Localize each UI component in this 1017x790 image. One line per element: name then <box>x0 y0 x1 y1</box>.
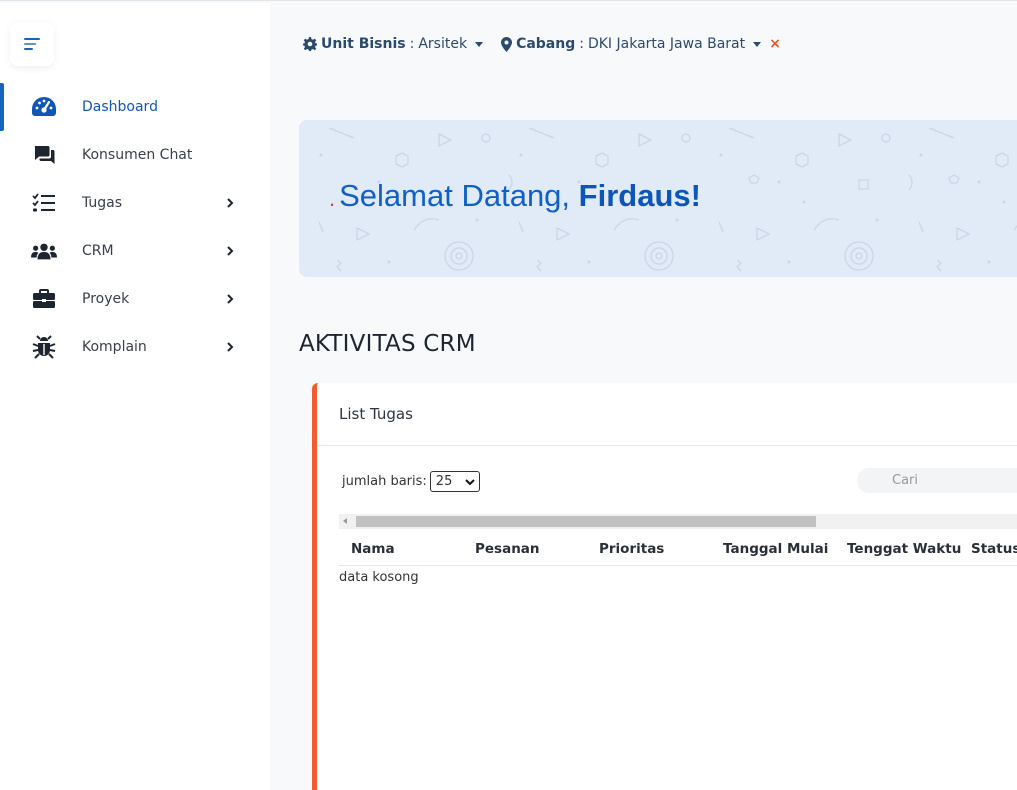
chevron-down-icon <box>465 478 475 485</box>
header-filters: Unit Bisnis : Arsitek Cabang : DKI Jakar… <box>303 34 781 54</box>
rows-per-page-select[interactable]: 25 <box>429 471 480 492</box>
scroll-left-arrow-icon[interactable] <box>343 518 347 524</box>
rows-per-page-label: jumlah baris: <box>342 474 427 489</box>
gear-icon <box>303 37 317 51</box>
chevron-right-icon <box>227 294 234 304</box>
rows-per-page-control: jumlah baris: 25 <box>342 471 480 492</box>
sidebar-item-crm[interactable]: CRM <box>0 227 270 275</box>
chevron-right-icon <box>227 246 234 256</box>
chevron-right-icon <box>227 198 234 208</box>
card-title: List Tugas <box>317 383 1017 446</box>
task-list-card: List Tugas jumlah baris: 25 Nama Pesanan… <box>312 383 1017 790</box>
chevron-right-icon <box>227 342 234 352</box>
caret-down-icon <box>475 41 484 47</box>
separator: : <box>409 36 415 52</box>
search-input[interactable] <box>857 468 1017 493</box>
column-header-pesanan[interactable]: Pesanan <box>475 541 540 557</box>
caret-down-icon <box>753 41 762 47</box>
users-icon <box>31 238 57 264</box>
sidebar-item-dashboard[interactable]: Dashboard <box>0 83 270 131</box>
column-header-prioritas[interactable]: Prioritas <box>599 541 664 557</box>
welcome-greeting: Selamat Datang, <box>339 178 571 213</box>
menu-icon <box>24 38 40 50</box>
column-header-nama[interactable]: Nama <box>351 541 395 557</box>
dashboard-gauge-icon <box>31 94 57 120</box>
menu-toggle-button[interactable] <box>10 22 54 66</box>
sidebar-item-label: Dashboard <box>82 99 158 115</box>
clear-filter-button[interactable]: × <box>769 36 781 52</box>
sidebar-item-label: Tugas <box>82 195 123 211</box>
sidebar-item-label: Proyek <box>82 291 130 307</box>
business-unit-label: Unit Bisnis <box>321 36 406 52</box>
sidebar: Dashboard Konsumen Chat Tugas CRM Proyek… <box>0 3 270 790</box>
business-unit-value: Arsitek <box>418 36 468 52</box>
sidebar-item-label: Konsumen Chat <box>82 147 193 163</box>
red-dot: . <box>329 186 336 211</box>
horizontal-scrollbar[interactable] <box>339 514 1017 529</box>
map-marker-icon <box>501 36 513 52</box>
sidebar-item-konsumen-chat[interactable]: Konsumen Chat <box>0 131 270 179</box>
scrollbar-thumb[interactable] <box>356 516 816 527</box>
column-header-tanggal-mulai[interactable]: Tanggal Mulai <box>723 541 828 557</box>
bug-icon <box>31 334 57 360</box>
branch-dropdown[interactable]: Cabang : DKI Jakarta Jawa Barat <box>501 36 762 52</box>
user-name: Firdaus! <box>578 178 701 213</box>
briefcase-icon <box>31 286 57 312</box>
branch-value: DKI Jakarta Jawa Barat <box>587 36 746 52</box>
sidebar-nav: Dashboard Konsumen Chat Tugas CRM Proyek… <box>0 83 270 371</box>
sidebar-item-tugas[interactable]: Tugas <box>0 179 270 227</box>
section-title: AKTIVITAS CRM <box>299 331 476 357</box>
empty-table-message: data kosong <box>339 570 419 585</box>
welcome-banner: . Selamat Datang, Firdaus! <box>299 120 1017 277</box>
business-unit-dropdown[interactable]: Unit Bisnis : Arsitek <box>303 36 484 52</box>
table-header: Nama Pesanan Prioritas Tanggal Mulai Ten… <box>339 533 1017 566</box>
sidebar-item-label: Komplain <box>82 339 147 355</box>
rows-per-page-value: 25 <box>435 474 453 489</box>
sidebar-item-proyek[interactable]: Proyek <box>0 275 270 323</box>
column-header-status[interactable]: Status <box>971 541 1017 557</box>
sidebar-item-label: CRM <box>82 243 114 259</box>
chat-icon <box>31 142 57 168</box>
welcome-heading: . Selamat Datang, Firdaus! <box>329 178 701 214</box>
branch-label: Cabang <box>516 36 576 52</box>
sidebar-item-komplain[interactable]: Komplain <box>0 323 270 371</box>
tasks-list-icon <box>31 190 57 216</box>
separator: : <box>579 36 584 52</box>
column-header-tenggat-waktu[interactable]: Tenggat Waktu <box>847 541 961 557</box>
